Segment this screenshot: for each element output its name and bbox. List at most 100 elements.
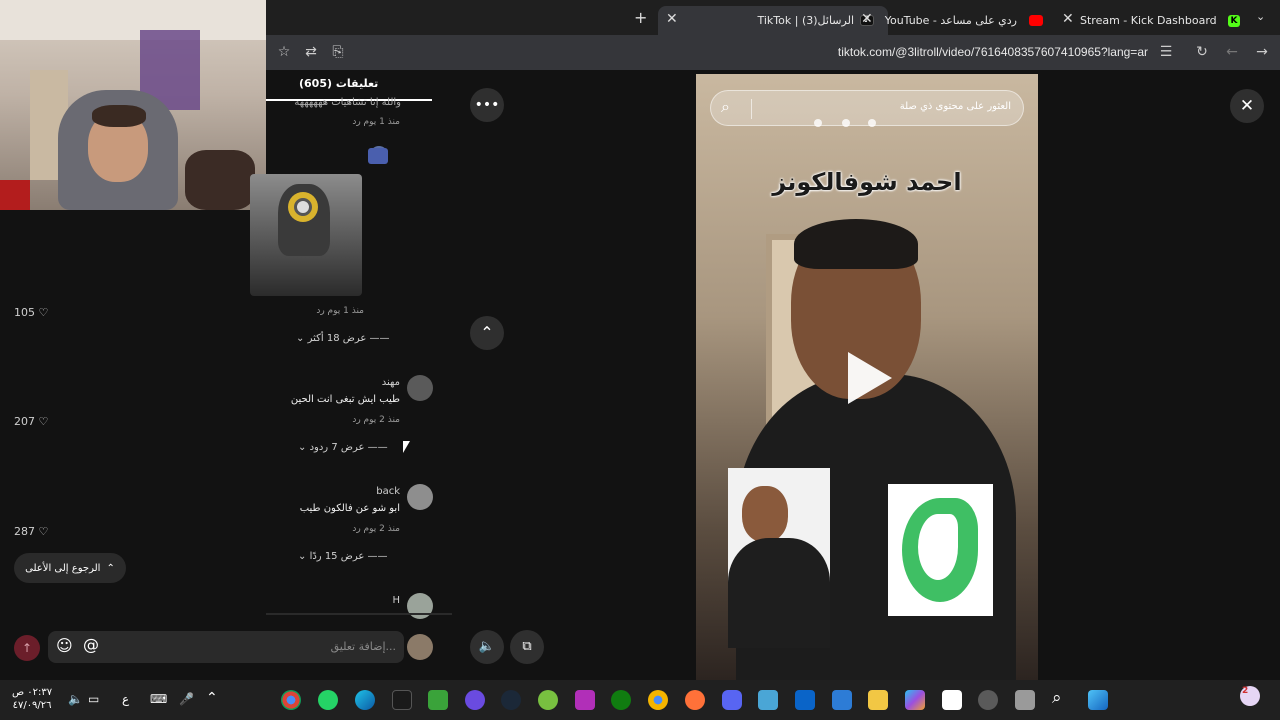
minecraft-icon[interactable] bbox=[428, 690, 448, 710]
sticker-image bbox=[250, 174, 362, 296]
comment-text: طيب ايش تبغى انت الحين bbox=[290, 394, 400, 405]
address-bar[interactable]: tiktok.com/@3litroll/video/7616408357607… bbox=[720, 45, 1148, 59]
translate-icon[interactable]: ⇄ bbox=[303, 44, 319, 60]
steam-icon[interactable] bbox=[501, 690, 521, 710]
picture-in-picture-icon[interactable]: ⧉ bbox=[510, 630, 544, 664]
capcut-alt-icon[interactable] bbox=[942, 690, 962, 710]
play-icon[interactable] bbox=[848, 352, 892, 404]
like-count-value: 287 bbox=[14, 525, 35, 538]
my-avatar bbox=[407, 634, 433, 660]
heart-icon: ♡ bbox=[38, 525, 49, 538]
falcons-logo bbox=[888, 484, 993, 616]
start-button[interactable] bbox=[1088, 690, 1108, 710]
video-search-placeholder: العثور على محتوى ذي صلة bbox=[899, 101, 1011, 112]
install-app-icon[interactable]: ⎘ bbox=[330, 44, 346, 60]
video-player[interactable]: ⌕ العثور على محتوى ذي صلة احمد شوفالكونز bbox=[696, 74, 1038, 680]
firefox-icon[interactable] bbox=[685, 690, 705, 710]
like-count-value: 207 bbox=[14, 415, 35, 428]
show-hidden-icons[interactable]: ⌃ bbox=[206, 690, 218, 706]
double-chevron-up-icon: ⌃ bbox=[106, 562, 115, 574]
xbox-icon[interactable] bbox=[611, 690, 631, 710]
screenshot-icon[interactable] bbox=[758, 690, 778, 710]
back-icon[interactable]: ← bbox=[1224, 44, 1240, 60]
close-tab-icon[interactable]: ✕ bbox=[666, 11, 678, 27]
comment-meta[interactable]: منذ 1 يوم رد bbox=[316, 306, 364, 316]
view-replies-label: عرض 18 أكثر bbox=[307, 333, 367, 344]
discord-icon[interactable] bbox=[722, 690, 742, 710]
close-tab-icon[interactable]: ✕ bbox=[861, 11, 873, 27]
comment-text: ابو شو عن فالكون طيب bbox=[299, 503, 400, 514]
user-avatar[interactable] bbox=[407, 593, 433, 619]
search-divider bbox=[751, 99, 752, 119]
tab-tiktok[interactable]: ✕ TikTok | الرسائل(3) ♪ bbox=[658, 6, 888, 35]
comment-meta[interactable]: منذ 2 يوم رد bbox=[352, 524, 400, 534]
comment-input-box[interactable]: ☺ @ إضافة تعليق... bbox=[48, 631, 404, 663]
search-icon[interactable]: ⌕ bbox=[721, 97, 730, 117]
tab-kick[interactable]: ✕ Stream - Kick Dashboard K bbox=[1058, 6, 1258, 35]
previous-video-button[interactable]: ⌃ bbox=[470, 316, 504, 350]
new-tab-button[interactable]: + bbox=[634, 8, 647, 27]
view-replies-button[interactable]: ⌄ عرض 15 ردًا —— bbox=[298, 551, 388, 562]
clock[interactable]: ٠٢:٣٧ ص ٤٧/٠٩/٢٦ bbox=[12, 686, 52, 712]
search-taskbar-icon[interactable]: ⌕ bbox=[1052, 688, 1062, 708]
notification-count: 2 bbox=[1242, 686, 1249, 696]
microphone-icon[interactable]: 🎤 bbox=[179, 692, 194, 706]
obs-icon[interactable] bbox=[465, 690, 485, 710]
user-avatar[interactable] bbox=[407, 484, 433, 510]
app-icon[interactable] bbox=[575, 690, 595, 710]
comment-meta[interactable]: منذ 2 يوم رد bbox=[352, 415, 400, 425]
mention-icon[interactable]: @ bbox=[83, 635, 99, 654]
store-icon[interactable] bbox=[832, 690, 852, 710]
user-avatar[interactable] bbox=[407, 375, 433, 401]
like-count[interactable]: 287 ♡ bbox=[14, 525, 48, 538]
webcam-overlay bbox=[0, 0, 266, 210]
forward-icon[interactable]: → bbox=[1254, 44, 1270, 60]
outlook-icon[interactable] bbox=[795, 690, 815, 710]
back-to-top-label: الرجوع إلى الأعلى bbox=[25, 562, 101, 574]
view-replies-button[interactable]: ⌄ عرض 7 ردود —— bbox=[298, 442, 388, 453]
keyboard-icon[interactable]: ⌨ bbox=[150, 692, 167, 706]
speaker-icon[interactable]: 🔈 bbox=[68, 692, 83, 706]
site-settings-icon[interactable]: ☰ bbox=[1158, 44, 1174, 60]
capcut-icon[interactable] bbox=[392, 690, 412, 710]
overlay-photo-person bbox=[728, 468, 830, 648]
whatsapp-icon[interactable] bbox=[318, 690, 338, 710]
utorrent-icon[interactable] bbox=[538, 690, 558, 710]
bookmark-star-icon[interactable]: ☆ bbox=[276, 44, 292, 60]
task-view-icon[interactable] bbox=[1015, 690, 1035, 710]
volume-icon[interactable]: 🔈 bbox=[470, 630, 504, 664]
close-tab-icon[interactable]: ✕ bbox=[1062, 11, 1074, 27]
input-language[interactable]: ع bbox=[122, 692, 129, 706]
view-replies-label: عرض 15 ردًا bbox=[309, 551, 365, 562]
tab-youtube[interactable]: ✕ YouTube - ردي على مساعد bbox=[861, 6, 1051, 35]
view-replies-button[interactable]: ⌄ عرض 18 أكثر —— bbox=[296, 333, 390, 344]
edge-icon[interactable] bbox=[355, 690, 375, 710]
tab-title: YouTube - ردي على مساعد bbox=[884, 14, 1017, 27]
copilot-icon[interactable] bbox=[905, 690, 925, 710]
emoji-icon[interactable]: ☺ bbox=[56, 636, 73, 655]
heart-icon: ♡ bbox=[38, 306, 49, 319]
flag-emoji-icon bbox=[368, 148, 388, 164]
comment-username[interactable]: H bbox=[392, 595, 400, 606]
chrome-icon[interactable] bbox=[281, 690, 301, 710]
like-count[interactable]: 105 ♡ bbox=[14, 306, 48, 319]
like-count[interactable]: 207 ♡ bbox=[14, 415, 48, 428]
more-options-icon[interactable]: ••• bbox=[470, 88, 504, 122]
close-video-button[interactable]: ✕ bbox=[1230, 89, 1264, 123]
comment-composer: ↑ ☺ @ إضافة تعليق... bbox=[0, 628, 456, 668]
comment-username[interactable]: مهند bbox=[382, 377, 400, 388]
loading-dot bbox=[814, 119, 822, 127]
comment-input-placeholder: إضافة تعليق... bbox=[330, 640, 396, 653]
comment-meta[interactable]: منذ 1 يوم رد bbox=[352, 117, 400, 127]
tab-search-icon[interactable]: ⌄ bbox=[1256, 10, 1265, 23]
clock-date: ٤٧/٠٩/٢٦ bbox=[12, 700, 52, 711]
chrome-alt-icon[interactable] bbox=[648, 690, 668, 710]
back-to-top-button[interactable]: الرجوع إلى الأعلى ⌃ bbox=[14, 553, 126, 583]
comment-username[interactable]: back bbox=[376, 486, 400, 497]
recorder-icon[interactable] bbox=[978, 690, 998, 710]
video-search-bar[interactable]: ⌕ العثور على محتوى ذي صلة bbox=[710, 90, 1024, 126]
file-explorer-icon[interactable] bbox=[868, 690, 888, 710]
post-comment-button[interactable]: ↑ bbox=[14, 635, 40, 661]
reload-icon[interactable]: ↻ bbox=[1194, 44, 1210, 60]
network-icon[interactable]: ▭ bbox=[88, 692, 99, 706]
